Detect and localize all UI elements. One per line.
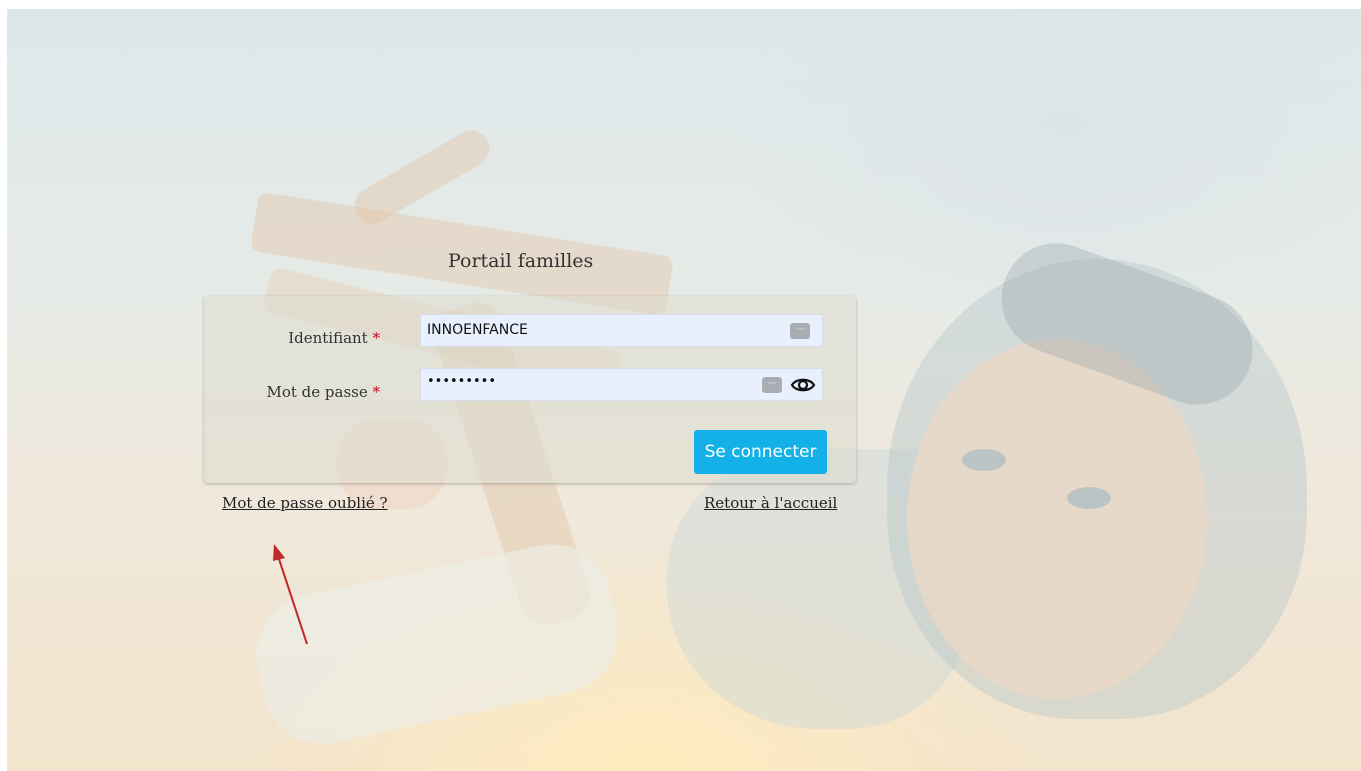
- credential-autofill-icon[interactable]: ···: [790, 323, 810, 339]
- credential-autofill-icon[interactable]: ···: [762, 377, 782, 393]
- username-label: Identifiant *: [200, 329, 380, 347]
- username-label-text: Identifiant: [288, 329, 368, 347]
- background-photo-eye: [1067, 487, 1111, 509]
- login-form: Identifiant * INNOENFANCE ··· Mot de pas…: [204, 296, 856, 483]
- username-input-value: INNOENFANCE: [427, 322, 528, 338]
- page-title: Portail familles: [448, 250, 594, 272]
- background-photo-propeller: [348, 123, 496, 231]
- background-photo-goggles: [986, 227, 1268, 421]
- login-button[interactable]: Se connecter: [694, 430, 827, 474]
- background-photo-helmet: [887, 259, 1307, 719]
- background-photo-helmet-flap: [667, 449, 967, 729]
- back-home-link[interactable]: Retour à l'accueil: [704, 494, 837, 512]
- background-photo-eye: [962, 449, 1006, 471]
- password-input-value: •••••••••: [427, 374, 497, 389]
- username-input[interactable]: INNOENFANCE ···: [420, 314, 823, 347]
- required-asterisk: *: [372, 329, 381, 347]
- annotation-arrow-icon: [273, 544, 308, 645]
- forgot-password-link[interactable]: Mot de passe oublié ?: [222, 494, 388, 512]
- required-asterisk: *: [372, 383, 381, 401]
- password-input[interactable]: ••••••••• ···: [420, 368, 823, 401]
- password-label: Mot de passe *: [200, 383, 380, 401]
- password-label-text: Mot de passe: [266, 383, 368, 401]
- background-photo-child-face: [907, 339, 1207, 699]
- eye-icon[interactable]: [790, 374, 816, 396]
